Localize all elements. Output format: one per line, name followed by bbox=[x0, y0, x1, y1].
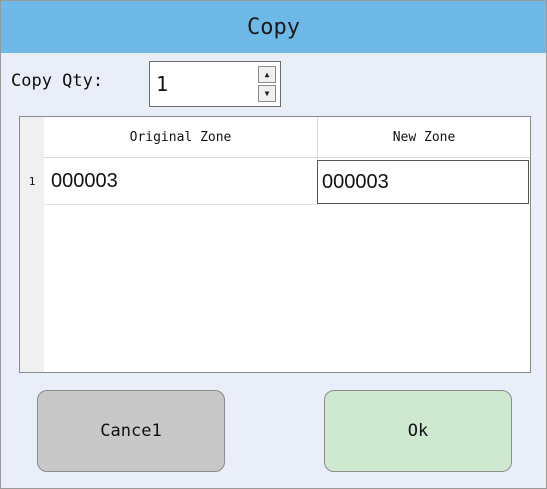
original-zone-cell: 000003 bbox=[44, 158, 318, 205]
column-header-new-zone: New Zone bbox=[392, 129, 456, 145]
copy-qty-spinbox: ▲ ▼ bbox=[149, 61, 281, 107]
cancel-button[interactable]: Cance1 bbox=[37, 390, 225, 472]
increment-arrow-icon[interactable]: ▲ bbox=[258, 66, 276, 83]
row-header-column bbox=[20, 117, 44, 372]
copy-qty-label: Copy Qty: bbox=[11, 71, 104, 91]
copy-dialog: Copy Copy Qty: ▲ ▼ Original Zone New Zon… bbox=[0, 0, 547, 489]
row-number: 1 bbox=[20, 158, 44, 205]
column-header-original-zone: Original Zone bbox=[44, 117, 318, 157]
copy-qty-input[interactable] bbox=[156, 72, 256, 96]
title-bar: Copy bbox=[1, 1, 546, 53]
new-zone-cell[interactable]: 000003 bbox=[317, 160, 529, 204]
table-row: 1 000003 000003 bbox=[20, 158, 530, 205]
decrement-arrow-icon[interactable]: ▼ bbox=[258, 85, 276, 102]
dialog-title: Copy bbox=[247, 14, 300, 40]
table-header: Original Zone New Zone bbox=[44, 117, 530, 158]
ok-button[interactable]: Ok bbox=[324, 390, 512, 472]
zone-table: Original Zone New Zone 1 000003 000003 bbox=[19, 116, 531, 373]
